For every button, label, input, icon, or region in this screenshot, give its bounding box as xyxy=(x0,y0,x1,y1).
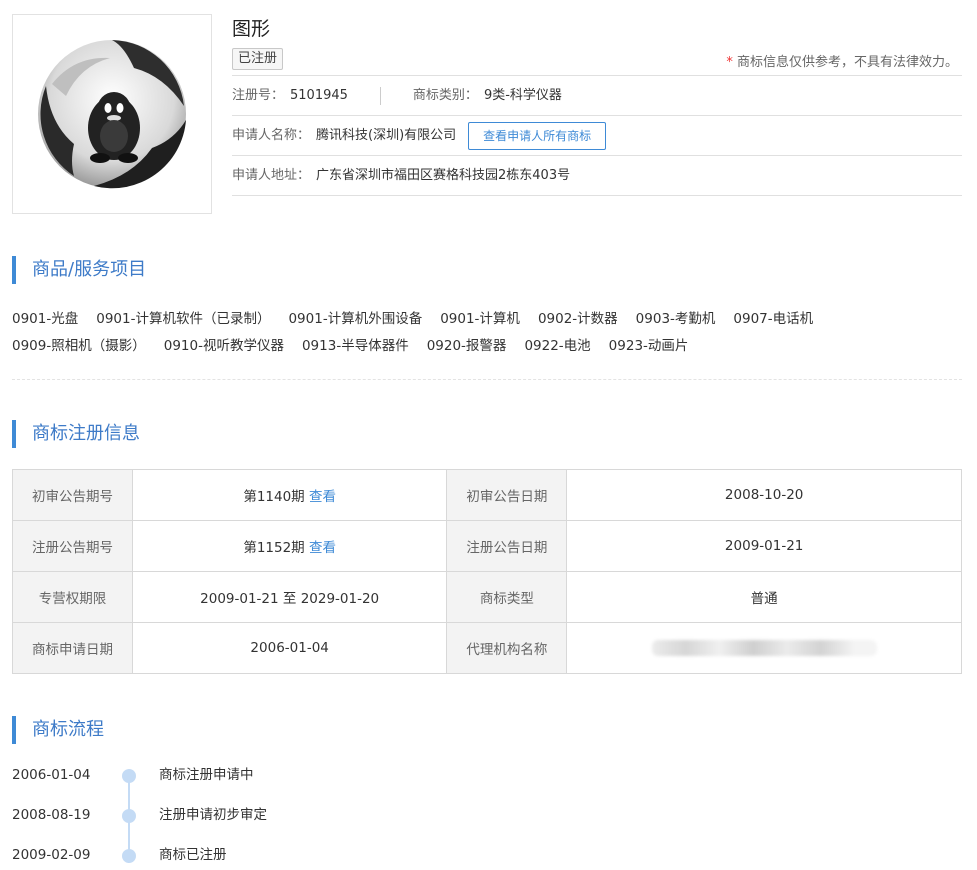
reg-no-value: 5101945 xyxy=(290,87,348,103)
timeline-dot-icon xyxy=(122,809,136,823)
goods-item: 0901-计算机外围设备 xyxy=(288,311,423,327)
timeline-text: 商标已注册 xyxy=(159,847,227,863)
applicant-value: 腾讯科技(深圳)有限公司 xyxy=(316,127,457,143)
trademark-name: 图形 xyxy=(232,18,271,40)
apply-date-label: 商标申请日期 xyxy=(12,622,133,674)
timeline-date: 2008-08-19 xyxy=(12,807,91,823)
goods-item: 0920-报警器 xyxy=(426,338,507,354)
goods-item: 0923-动画片 xyxy=(608,338,689,354)
timeline-text: 商标注册申请中 xyxy=(159,767,254,783)
reg-no-label: 注册号： xyxy=(232,87,285,103)
prelim-date-value: 2008-10-20 xyxy=(566,469,962,521)
reg-date-label: 注册公告日期 xyxy=(446,520,568,572)
goods-item: 0903-考勤机 xyxy=(635,311,716,327)
timeline-item: 2009-02-09 商标已注册 xyxy=(12,842,412,870)
reg-issue-view-link[interactable]: 查看 xyxy=(309,540,336,556)
blurred-text xyxy=(651,640,877,656)
address-row: 申请人地址： 广东省深圳市福田区赛格科技园2栋东403号 xyxy=(232,156,962,196)
required-star: * xyxy=(726,55,733,70)
timeline-item: 2006-01-04 商标注册申请中 xyxy=(12,762,412,802)
timeline-dot-icon xyxy=(122,849,136,863)
goods-item: 0910-视听教学仪器 xyxy=(163,338,284,354)
category-value: 9类-科学仪器 xyxy=(483,87,562,103)
address-label: 申请人地址： xyxy=(232,167,311,183)
goods-line-2: 0909-照相机（摄影） 0910-视听教学仪器 0913-半导体器件 0920-报警… xyxy=(12,333,962,360)
reg-issue-cell: 第1152期 查看 xyxy=(131,520,448,572)
prelim-issue-value: 第1140期 xyxy=(243,489,305,505)
type-value: 普通 xyxy=(566,571,962,623)
table-row: 初审公告期号 第1140期 查看 初审公告日期 2008-10-20 xyxy=(12,469,962,521)
reg-issue-label: 注册公告期号 xyxy=(12,520,133,572)
goods-line-1: 0901-光盘 0901-计算机软件（已录制） 0901-计算机外围设备 0901-计… xyxy=(12,306,962,333)
reg-date-value: 2009-01-21 xyxy=(566,520,962,572)
term-label: 专营权期限 xyxy=(12,571,133,623)
divider xyxy=(379,86,381,105)
table-row: 注册公告期号 第1152期 查看 注册公告日期 2009-01-21 xyxy=(12,520,962,572)
applicant-label: 申请人名称： xyxy=(232,127,311,143)
reg-issue-value: 第1152期 xyxy=(243,540,305,556)
registration-info-table: 初审公告期号 第1140期 查看 初审公告日期 2008-10-20 注册公告期… xyxy=(12,469,962,674)
applicant-row: 申请人名称： 腾讯科技(深圳)有限公司 查看申请人所有商标 xyxy=(232,116,962,156)
prelim-issue-label: 初审公告期号 xyxy=(12,469,133,521)
goods-item: 0902-计数器 xyxy=(537,311,618,327)
goods-item: 0907-电话机 xyxy=(733,311,814,327)
agent-label: 代理机构名称 xyxy=(446,622,568,674)
disclaimer-text: * 商标信息仅供参考，不具有法律效力。 xyxy=(726,51,958,70)
term-value: 2009-01-21 至 2029-01-20 xyxy=(131,571,448,623)
status-badge: 已注册 xyxy=(232,48,284,70)
agent-value-blurred xyxy=(566,622,962,674)
timeline-item: 2008-08-19 注册申请初步审定 xyxy=(12,802,412,842)
timeline-dot-icon xyxy=(122,769,136,783)
goods-item: 0909-照相机（摄影） xyxy=(12,338,146,354)
trademark-info-panel: 图形 已注册 * 商标信息仅供参考，不具有法律效力。 注册号： 5101945 … xyxy=(232,14,962,196)
registration-section-heading: 商标注册信息 xyxy=(12,420,140,448)
flow-timeline: 2006-01-04 商标注册申请中 2008-08-19 注册申请初步审定 2… xyxy=(12,762,412,870)
timeline-date: 2009-02-09 xyxy=(12,847,91,863)
goods-list: 0901-光盘 0901-计算机软件（已录制） 0901-计算机外围设备 0901-计… xyxy=(12,306,962,360)
prelim-issue-view-link[interactable]: 查看 xyxy=(309,489,336,505)
prelim-date-label: 初审公告日期 xyxy=(446,469,568,521)
disclaimer-message: 商标信息仅供参考，不具有法律效力。 xyxy=(736,55,958,70)
timeline-date: 2006-01-04 xyxy=(12,767,91,783)
goods-item: 0901-计算机 xyxy=(440,311,520,327)
goods-item: 0901-计算机软件（已录制） xyxy=(96,311,271,327)
type-label: 商标类型 xyxy=(446,571,568,623)
goods-item: 0901-光盘 xyxy=(12,311,79,327)
qq-penguin-circle-logo-icon xyxy=(38,40,186,189)
timeline-text: 注册申请初步审定 xyxy=(159,807,267,823)
address-value: 广东省深圳市福田区赛格科技园2栋东403号 xyxy=(316,167,571,183)
status-row: 已注册 * 商标信息仅供参考，不具有法律效力。 xyxy=(232,44,962,76)
goods-item: 0922-电池 xyxy=(524,338,591,354)
flow-section-heading: 商标流程 xyxy=(12,716,104,744)
table-row: 商标申请日期 2006-01-04 代理机构名称 xyxy=(12,622,962,674)
goods-item: 0913-半导体器件 xyxy=(301,338,409,354)
view-all-trademarks-button[interactable]: 查看申请人所有商标 xyxy=(468,121,607,150)
dashed-divider xyxy=(12,379,962,380)
trademark-logo xyxy=(12,14,212,214)
table-row: 专营权期限 2009-01-21 至 2029-01-20 商标类型 普通 xyxy=(12,571,962,623)
category-label: 商标类别： xyxy=(412,87,478,103)
apply-date-value: 2006-01-04 xyxy=(131,622,448,674)
prelim-issue-cell: 第1140期 查看 xyxy=(131,469,448,521)
goods-section-heading: 商品/服务项目 xyxy=(12,256,146,284)
reg-no-row: 注册号： 5101945 商标类别： 9类-科学仪器 xyxy=(232,76,962,116)
